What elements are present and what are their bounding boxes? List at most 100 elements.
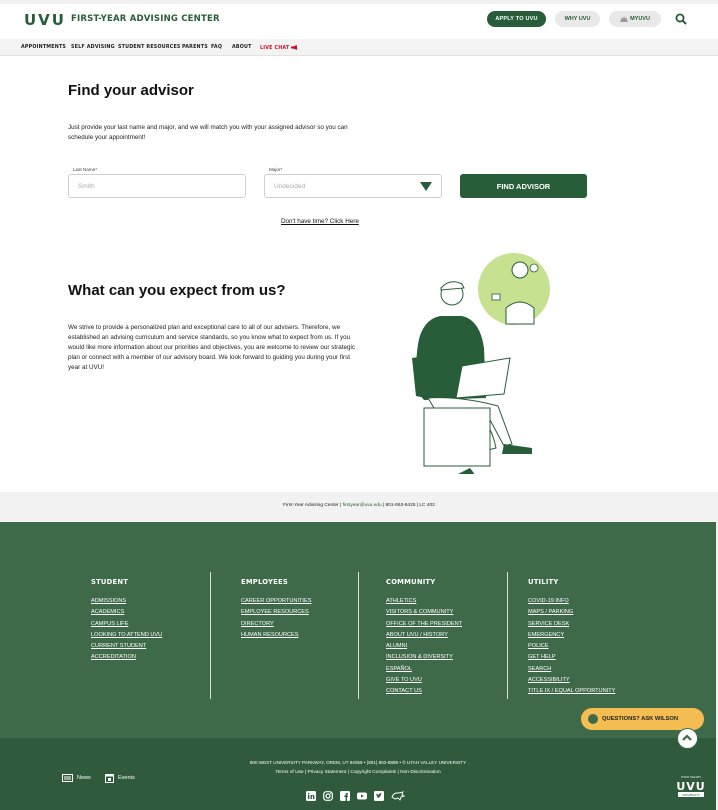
twitter-icon[interactable] xyxy=(374,788,384,801)
footer-link[interactable]: EMERGENCY xyxy=(528,630,615,641)
footer-link[interactable]: POLICE xyxy=(528,641,615,652)
footer-link[interactable]: GET HELP xyxy=(528,652,615,663)
footer-link[interactable]: SEARCH xyxy=(528,664,615,675)
instagram-icon[interactable] xyxy=(323,788,333,801)
footer-link[interactable]: TITLE IX / EQUAL OPPORTUNITY xyxy=(528,686,615,697)
svg-text:UNIVERSITY: UNIVERSITY xyxy=(682,793,700,797)
footer-link[interactable]: CONTACT US xyxy=(386,686,462,697)
footer-link[interactable]: HUMAN RESOURCES xyxy=(241,630,311,641)
contact-info: First-Year Advising Center | firstyear@u… xyxy=(0,503,718,508)
ask-wilson-label: QUESTIONS? ASK WILSON xyxy=(602,716,679,722)
footer-link[interactable]: SERVICE DESK xyxy=(528,619,615,630)
uvu-logo[interactable]: UVU xyxy=(24,11,66,29)
wolverine-mascot-icon[interactable] xyxy=(391,788,406,801)
expect-text: We strive to provide a personalized plan… xyxy=(68,324,355,371)
footer-divider xyxy=(507,572,508,699)
footer-link[interactable]: ESPAÑOL xyxy=(386,664,462,675)
footer-link[interactable]: INCLUSION & DIVERSITY xyxy=(386,652,462,663)
myuvu-button[interactable]: MYUVU xyxy=(609,11,661,27)
no-time-link[interactable]: Don't have time? Click Here xyxy=(281,218,359,225)
footer-link[interactable]: GIVE TO UVU xyxy=(386,675,462,686)
footer-community-heading: COMMUNITY xyxy=(386,578,436,586)
why-uvu-button[interactable]: WHY UVU xyxy=(555,11,600,27)
contact-bar: First-Year Advising Center | firstyear@u… xyxy=(0,492,718,522)
footer-legal-links[interactable]: Terms of Use | Privacy Statement | Copyr… xyxy=(0,770,716,775)
svg-text:UTAH VALLEY: UTAH VALLEY xyxy=(681,775,701,779)
live-chat-label: LIVE CHAT xyxy=(260,46,290,51)
contact-suffix: | 801-863-8425 | LC 402 xyxy=(381,503,435,508)
find-advisor-button[interactable]: FIND ADVISOR xyxy=(460,174,587,198)
myuvu-label: MYUVU xyxy=(630,16,650,22)
news-link[interactable]: News xyxy=(62,774,91,782)
uvu-university-logo[interactable]: UTAH VALLEY UVU UNIVERSITY xyxy=(677,774,705,800)
footer-employees-column: EMPLOYEES CAREER OPPORTUNITIES EMPLOYEE … xyxy=(241,578,311,641)
footer-link[interactable]: OFFICE OF THE PRESIDENT xyxy=(386,619,462,630)
youtube-icon[interactable] xyxy=(357,788,367,800)
footer-address: 800 WEST UNIVERSITY PARKWAY, OREM, UT 84… xyxy=(249,760,467,765)
news-label: News xyxy=(77,775,91,781)
social-links xyxy=(306,788,406,801)
footer-link[interactable]: ATHLETICS xyxy=(386,596,462,607)
footer-link[interactable]: ADMISSIONS xyxy=(91,596,162,607)
footer-community-column: COMMUNITY ATHLETICS VISITORS & COMMUNITY… xyxy=(386,578,462,698)
footer-bottom: News Events 800 WEST UNIVERSITY PARKWAY,… xyxy=(0,728,716,810)
footer-link[interactable]: ALUMNI xyxy=(386,641,462,652)
nav-about[interactable]: ABOUT xyxy=(232,45,252,50)
major-select[interactable]: Undecided xyxy=(264,174,442,198)
wilson-avatar-icon xyxy=(588,714,598,724)
apply-to-uvu-button[interactable]: APPLY TO UVU xyxy=(487,11,546,27)
nav-parents[interactable]: PARENTS xyxy=(182,45,208,50)
search-icon[interactable] xyxy=(675,13,687,25)
linkedin-icon[interactable] xyxy=(306,788,316,801)
megaphone-icon xyxy=(291,45,298,50)
last-name-placeholder: Smith xyxy=(78,183,95,190)
footer-link[interactable]: MAPS / PARKING xyxy=(528,607,615,618)
expect-heading: What can you expect from us? xyxy=(68,282,286,299)
scroll-to-top-button[interactable] xyxy=(677,728,698,749)
footer-link[interactable]: EMPLOYEE RESOURCES xyxy=(241,607,311,618)
nav-appointments[interactable]: APPOINTMENTS xyxy=(21,45,66,50)
nav-student-resources[interactable]: STUDENT RESOURCES xyxy=(118,45,181,50)
facebook-icon[interactable] xyxy=(340,788,350,801)
footer-link[interactable]: ACCREDITATION xyxy=(91,652,162,663)
student-laptop-illustration xyxy=(412,253,550,474)
footer: STUDENT ADMISSIONS ACADEMICS CAMPUS LIFE… xyxy=(0,522,716,738)
site-header: UVU FIRST-YEAR ADVISING CENTER APPLY TO … xyxy=(0,4,718,39)
footer-link[interactable]: ACCESSIBILITY xyxy=(528,675,615,686)
find-advisor-intro: Just provide your last name and major, a… xyxy=(68,124,348,141)
footer-employees-heading: EMPLOYEES xyxy=(241,578,288,586)
footer-link[interactable]: CAMPUS LIFE xyxy=(91,619,162,630)
find-advisor-heading: Find your advisor xyxy=(68,82,194,99)
footer-divider xyxy=(210,572,211,699)
major-label: Major* xyxy=(269,167,283,172)
footer-link[interactable]: DIRECTORY xyxy=(241,619,311,630)
footer-student-column: STUDENT ADMISSIONS ACADEMICS CAMPUS LIFE… xyxy=(91,578,162,664)
nav-self-advising[interactable]: SELF ADVISING xyxy=(71,45,115,50)
footer-link[interactable]: ACADEMICS xyxy=(91,607,162,618)
newspaper-icon xyxy=(62,774,73,782)
major-selected-value: Undecided xyxy=(274,183,306,190)
nav-faq[interactable]: FAQ xyxy=(211,45,222,50)
main-content: Find your advisor Just provide your last… xyxy=(0,56,718,492)
footer-link[interactable]: VISITORS & COMMUNITY xyxy=(386,607,462,618)
svg-text:UVU: UVU xyxy=(677,780,705,793)
footer-link[interactable]: LOOKING TO ATTEND UVU xyxy=(91,630,162,641)
last-name-input[interactable]: Smith xyxy=(68,174,246,198)
dropdown-arrow-icon xyxy=(420,182,432,191)
page: UVU FIRST-YEAR ADVISING CENTER APPLY TO … xyxy=(0,0,718,810)
footer-divider xyxy=(358,572,359,699)
nav-live-chat[interactable]: LIVE CHAT xyxy=(260,45,298,51)
main-nav: APPOINTMENTS SELF ADVISING STUDENT RESOU… xyxy=(0,40,718,56)
site-title[interactable]: FIRST-YEAR ADVISING CENTER xyxy=(71,14,220,24)
wolverine-icon xyxy=(620,16,629,22)
events-label: Events xyxy=(118,775,135,781)
contact-email-link[interactable]: firstyear@uvu.edu xyxy=(343,503,382,508)
footer-link[interactable]: ABOUT UVU / HISTORY xyxy=(386,630,462,641)
footer-link[interactable]: CURRENT STUDENT xyxy=(91,641,162,652)
footer-link[interactable]: CAREER OPPORTUNITIES xyxy=(241,596,311,607)
footer-utility-column: UTILITY COVID-19 INFO MAPS / PARKING SER… xyxy=(528,578,615,698)
footer-student-heading: STUDENT xyxy=(91,578,129,586)
ask-wilson-button[interactable]: QUESTIONS? ASK WILSON xyxy=(581,708,704,730)
footer-link[interactable]: COVID-19 INFO xyxy=(528,596,615,607)
chevron-up-icon xyxy=(682,734,692,741)
